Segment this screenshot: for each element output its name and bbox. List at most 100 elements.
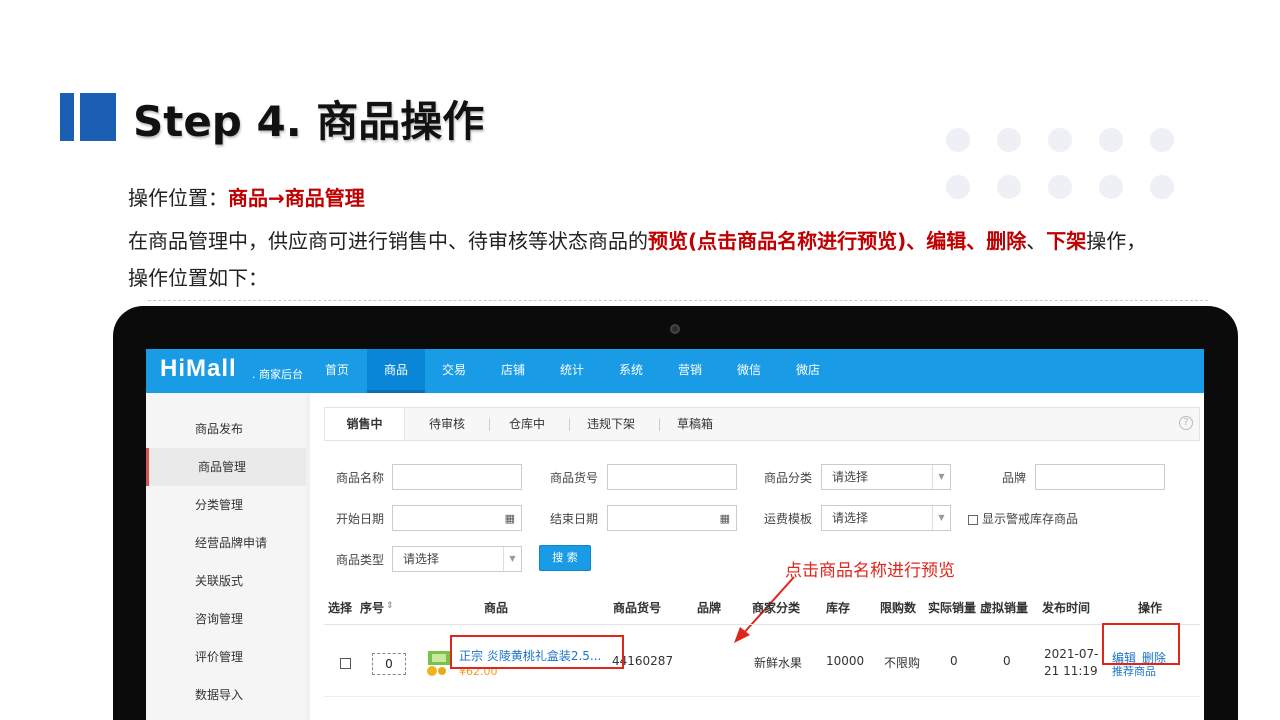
nav-system[interactable]: 系统 <box>602 349 660 393</box>
slide-title: Step 4. 商品操作 <box>133 97 485 146</box>
desc-highlight-offshelf: 下架 <box>1046 229 1087 253</box>
logo-subtitle: . 商家后台 <box>252 368 303 381</box>
type-label: 商品类型 <box>336 553 385 567</box>
type-select-value: 请选择 <box>403 552 440 566</box>
brand-input[interactable] <box>1035 464 1165 490</box>
sidebar-item-review[interactable]: 评价管理 <box>146 638 306 676</box>
nav-shop[interactable]: 店铺 <box>484 349 542 393</box>
warning-stock-checkbox[interactable]: 显示警戒库存商品 <box>968 510 1078 527</box>
calendar-icon: ▦ <box>719 512 730 525</box>
nav-trade[interactable]: 交易 <box>425 349 483 393</box>
col-seq[interactable]: 序号 <box>360 599 384 616</box>
sidebar-item-manage[interactable]: 商品管理 <box>146 448 306 486</box>
checkbox-icon[interactable] <box>968 514 978 525</box>
calendar-icon: ▦ <box>504 512 515 525</box>
brand-label: 品牌 <box>1002 471 1027 485</box>
col-real-sales: 实际销量 <box>928 601 977 615</box>
table-row: 0 正宗 炎陵黄桃礼盒装2.5... ¥62.00 44160287 新鲜水果 … <box>324 623 1200 697</box>
sidebar-item-publish[interactable]: 商品发布 <box>146 410 306 448</box>
col-sku: 商品货号 <box>613 601 662 615</box>
help-icon[interactable]: ? <box>1179 416 1193 430</box>
sort-icon[interactable]: ⇕ <box>386 601 394 611</box>
decorative-dots <box>946 128 1186 199</box>
recommend-link[interactable]: 推荐商品 <box>1112 663 1156 679</box>
camera-icon <box>670 324 680 334</box>
tab-pending[interactable]: 待审核 <box>413 408 481 440</box>
tab-draft[interactable]: 草稿箱 <box>663 408 727 440</box>
chevron-down-icon: ▼ <box>503 547 521 571</box>
tab-violation[interactable]: 违规下架 <box>573 408 649 440</box>
sku-label: 商品货号 <box>550 471 599 485</box>
col-category: 商家分类 <box>752 601 801 615</box>
col-virtual-sales: 虚拟销量 <box>980 601 1029 615</box>
sidebar-item-import[interactable]: 数据导入 <box>146 676 306 714</box>
chevron-down-icon: ▼ <box>932 465 950 489</box>
tab-on-sale[interactable]: 销售中 <box>325 408 405 440</box>
warning-stock-label: 显示警戒库存商品 <box>982 512 1079 526</box>
location-line: 操作位置：商品→商品管理 <box>128 182 365 211</box>
row-virtual-sales: 0 <box>1003 654 1011 668</box>
category-label: 商品分类 <box>764 471 813 485</box>
freight-select-value: 请选择 <box>832 511 869 525</box>
tab-warehouse[interactable]: 仓库中 <box>493 408 561 440</box>
himall-logo[interactable]: HiMall <box>160 355 237 383</box>
row-limit: 不限购 <box>884 656 921 670</box>
start-date-label: 开始日期 <box>336 512 385 526</box>
desc-part-c: 、 <box>1026 229 1047 253</box>
type-select[interactable]: 请选择 ▼ <box>392 546 522 572</box>
nav-wechat[interactable]: 微信 <box>720 349 778 393</box>
main-panel: 销售中 待审核 仓库中 违规下架 草稿箱 ? 商品名称 商品货号 商品分类 请选… <box>310 393 1204 720</box>
freight-select[interactable]: 请选择 ▼ <box>821 505 951 531</box>
nav-goods[interactable]: 商品 <box>367 349 425 393</box>
chevron-down-icon: ▼ <box>932 506 950 530</box>
row-real-sales: 0 <box>950 654 958 668</box>
desc-part-e: 操作， <box>1086 229 1147 253</box>
search-button[interactable]: 搜 索 <box>539 545 591 571</box>
preview-annotation: 点击商品名称进行预览 <box>785 561 955 581</box>
name-label: 商品名称 <box>336 471 385 485</box>
row-stock: 10000 <box>826 654 865 668</box>
row-date-2: 21 11:19 <box>1044 664 1098 678</box>
highlight-box-actions <box>1102 623 1180 665</box>
description-line: 在商品管理中，供应商可进行销售中、待审核等状态商品的预览(点击商品名称进行预览)… <box>128 225 1146 254</box>
nav-home[interactable]: 首页 <box>308 349 366 393</box>
category-select-value: 请选择 <box>832 470 869 484</box>
end-date-input[interactable]: ▦ <box>607 505 737 531</box>
row-category: 新鲜水果 <box>754 656 803 670</box>
col-limit: 限购数 <box>880 601 917 615</box>
category-select[interactable]: 请选择 ▼ <box>821 464 951 490</box>
col-stock: 库存 <box>826 601 851 615</box>
nav-marketing[interactable]: 营销 <box>661 349 719 393</box>
sidebar-item-consult[interactable]: 咨询管理 <box>146 600 306 638</box>
location-highlight: 商品→商品管理 <box>228 186 365 210</box>
desc-part-a: 在商品管理中，供应商可进行销售中、待审核等状态商品的 <box>128 229 648 253</box>
col-publish-time: 发布时间 <box>1042 601 1091 615</box>
col-brand: 品牌 <box>697 601 722 615</box>
start-date-input[interactable]: ▦ <box>392 505 522 531</box>
status-tabs: 销售中 待审核 仓库中 违规下架 草稿箱 ? <box>324 407 1200 441</box>
name-input[interactable] <box>392 464 522 490</box>
highlight-box-product <box>450 635 624 669</box>
col-actions: 操作 <box>1138 601 1163 615</box>
desc-highlight-ops: 预览(点击商品名称进行预览)、编辑、删除 <box>648 229 1027 253</box>
divider <box>148 300 1208 301</box>
nav-microshop[interactable]: 微店 <box>779 349 837 393</box>
sidebar-item-layout[interactable]: 关联版式 <box>146 562 306 600</box>
sku-input[interactable] <box>607 464 737 490</box>
row-seq-input[interactable]: 0 <box>372 653 406 675</box>
title-marker <box>60 93 116 141</box>
sidebar-item-category[interactable]: 分类管理 <box>146 486 306 524</box>
table-header: 选择 序号 ⇕ 商品 商品货号 品牌 商家分类 库存 限购数 实际销量 虚拟销量… <box>324 589 1200 625</box>
sidebar: 商品发布 商品管理 分类管理 经营品牌申请 关联版式 咨询管理 评价管理 数据导… <box>146 393 306 720</box>
app-screen: HiMall . 商家后台 首页 商品 交易 店铺 统计 系统 营销 微信 微店… <box>146 349 1204 720</box>
end-date-label: 结束日期 <box>550 512 599 526</box>
top-nav: HiMall . 商家后台 首页 商品 交易 店铺 统计 系统 营销 微信 微店 <box>146 349 1204 393</box>
row-checkbox[interactable] <box>340 658 351 669</box>
freight-label: 运费模板 <box>764 512 813 526</box>
description-line-2: 操作位置如下： <box>128 266 268 290</box>
row-date-1: 2021-07- <box>1044 647 1099 661</box>
nav-stats[interactable]: 统计 <box>543 349 601 393</box>
location-prefix: 操作位置： <box>128 186 228 210</box>
sidebar-item-brand-apply[interactable]: 经营品牌申请 <box>146 524 306 562</box>
col-select: 选择 <box>328 601 353 615</box>
